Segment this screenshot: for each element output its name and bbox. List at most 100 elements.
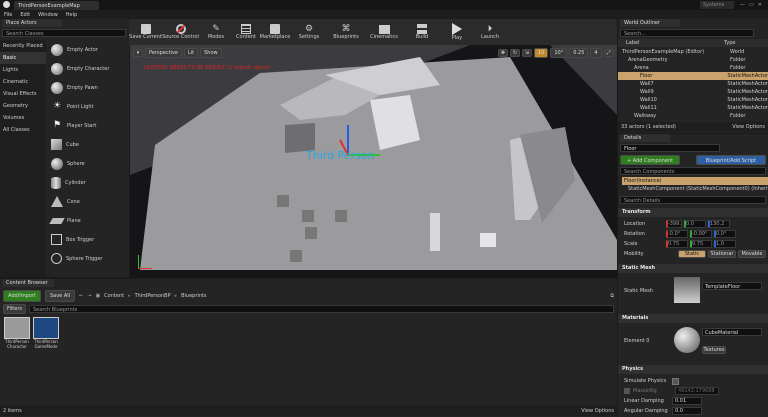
menu-edit[interactable]: Edit	[20, 12, 30, 18]
add-component-button[interactable]: + Add Component	[620, 155, 680, 165]
rotation-y-field[interactable]: -0.00°	[690, 230, 712, 238]
details-search-input[interactable]: Search Details	[620, 196, 766, 204]
material-thumbnail[interactable]	[674, 327, 700, 353]
rotation-x-field[interactable]: -0.0°	[666, 230, 688, 238]
category-visual-effects[interactable]: Visual Effects	[0, 88, 46, 100]
viewport-menu-icon[interactable]: ▾	[133, 49, 143, 57]
outliner-row[interactable]: Wall10 StaticMeshActor	[618, 96, 768, 104]
modes-button[interactable]: ✎ Modes	[199, 24, 233, 40]
outliner-search-input[interactable]: Search...	[620, 29, 754, 37]
actor-item[interactable]: ☀ Point Light	[47, 97, 127, 116]
outliner-row[interactable]: ArenaGeometry Folder	[618, 56, 768, 64]
mobility-stationary[interactable]: Stationar	[708, 250, 736, 258]
maximize-icon[interactable]: ⤢	[603, 49, 614, 57]
folder-icon[interactable]: ▣	[95, 293, 100, 299]
category-basic[interactable]: Basic	[0, 52, 46, 64]
actor-item[interactable]: Sphere Trigger	[47, 249, 127, 268]
category-all-classes[interactable]: All Classes	[0, 124, 46, 136]
textures-dropdown[interactable]: Textures	[702, 346, 726, 354]
show-button[interactable]: Show	[200, 48, 222, 58]
blueprints-button[interactable]: ⌘ Blueprints	[327, 24, 365, 40]
grid-snap-value[interactable]: 10	[534, 48, 549, 58]
asset-thirdperson-character[interactable]: ThirdPerson Character	[4, 317, 30, 351]
actor-item[interactable]: Sphere	[47, 154, 127, 173]
material-picker[interactable]: CubeMaterial	[702, 328, 762, 336]
content-search-input[interactable]: Search Blueprints	[29, 304, 614, 313]
static-mesh-thumbnail[interactable]	[674, 277, 700, 303]
transform-section[interactable]: Transform	[618, 208, 768, 217]
category-recently-placed[interactable]: Recently Placed	[0, 40, 46, 52]
instance-row[interactable]: Floor(Instance)	[622, 177, 768, 185]
outliner-row[interactable]: Wall7 StaticMeshActor	[618, 80, 768, 88]
actor-item[interactable]: Empty Pawn	[47, 78, 127, 97]
rotation-snap-value[interactable]: 10°	[550, 48, 568, 58]
details-tab[interactable]: Details	[620, 134, 670, 142]
actor-item[interactable]: ⚑ Player Start	[47, 116, 127, 135]
static-mesh-section[interactable]: Static Mesh	[618, 264, 768, 273]
angular-damping-field[interactable]: 0.0	[672, 407, 702, 415]
play-button[interactable]: Play	[441, 23, 473, 41]
settings-button[interactable]: ⚙ Settings	[291, 24, 327, 40]
actor-item[interactable]: Cone	[47, 192, 127, 211]
world-outliner-tab[interactable]: World Outliner	[620, 19, 680, 27]
filters-button[interactable]: Filters	[3, 303, 26, 314]
actor-item[interactable]: Cube	[47, 135, 127, 154]
breadcrumb-blueprints[interactable]: Blueprints	[181, 293, 206, 299]
mass-override-checkbox[interactable]	[624, 388, 630, 394]
camera-speed-value[interactable]: 4	[590, 48, 602, 58]
level-viewport[interactable]: ▾ Perspective Lit Show ✥ ↻ ⇲ 10 10° 0.25…	[130, 45, 617, 277]
asset-thirdperson-gamemode[interactable]: ThirdPerson GameMode	[33, 317, 59, 351]
forward-icon[interactable]: →	[87, 293, 91, 299]
materials-section[interactable]: Materials	[618, 314, 768, 323]
category-lights[interactable]: Lights	[0, 64, 46, 76]
actor-item[interactable]: Box Trigger	[47, 230, 127, 249]
outliner-row[interactable]: Arena Folder	[618, 64, 768, 72]
rotate-icon[interactable]: ↻	[510, 49, 520, 57]
actor-item[interactable]: Empty Actor	[47, 40, 127, 59]
category-geometry[interactable]: Geometry	[0, 100, 46, 112]
class-search-input[interactable]: Search Classes	[2, 29, 126, 37]
menu-file[interactable]: File	[4, 12, 12, 18]
location-x-field[interactable]: -399.	[666, 220, 682, 228]
physics-section[interactable]: Physics	[618, 365, 768, 374]
menu-help[interactable]: Help	[66, 12, 77, 18]
actor-item[interactable]: Empty Character	[47, 59, 127, 78]
linear-damping-field[interactable]: 0.01	[672, 397, 702, 405]
simulate-physics-checkbox[interactable]	[672, 377, 679, 385]
location-y-field[interactable]: 0.0	[683, 220, 706, 228]
add-import-button[interactable]: Add/Import	[3, 289, 41, 302]
component-row[interactable]: StaticMeshComponent (StaticMeshComponent…	[628, 186, 768, 192]
breadcrumb-thirdpersonbp[interactable]: ThirdPersonBP	[135, 293, 171, 299]
outliner-row[interactable]: Wall9 StaticMeshActor	[618, 88, 768, 96]
cinematics-button[interactable]: Cinematics	[365, 24, 403, 40]
outliner-row[interactable]: Wall11 StaticMeshActor	[618, 104, 768, 112]
rotation-z-field[interactable]: 0.0°	[714, 230, 736, 238]
save-current-button[interactable]: Save Current	[129, 24, 162, 40]
col-type[interactable]: Type	[724, 40, 735, 46]
save-all-button[interactable]: Save All	[44, 289, 76, 302]
mass-field[interactable]: 49142.179688	[675, 387, 719, 395]
content-browser-tab[interactable]: Content Browser	[2, 279, 54, 287]
breadcrumb-content[interactable]: Content	[104, 293, 124, 299]
content-button[interactable]: Content	[233, 24, 259, 40]
back-icon[interactable]: ←	[79, 293, 83, 299]
category-volumes[interactable]: Volumes	[0, 112, 46, 124]
scale-x-field[interactable]: 0.75	[666, 240, 688, 248]
static-mesh-picker[interactable]: TemplateFloor	[702, 282, 762, 290]
source-control-button[interactable]: Source Control	[162, 24, 199, 40]
actor-item[interactable]: Cylinder	[47, 173, 127, 192]
window-controls[interactable]: —▭✕	[740, 2, 768, 8]
mobility-static[interactable]: Static	[678, 250, 706, 258]
component-search-input[interactable]: Search Components	[620, 167, 766, 175]
outliner-row[interactable]: Walkway Folder	[618, 112, 768, 120]
col-label[interactable]: Label	[626, 40, 724, 46]
actor-name-field[interactable]: Floor	[620, 144, 720, 152]
scale-icon[interactable]: ⇲	[522, 49, 532, 57]
place-actors-tab[interactable]: Place Actors	[2, 19, 62, 27]
marketplace-button[interactable]: Marketplace	[259, 24, 291, 40]
blueprint-add-script-button[interactable]: Blueprint/Add Script	[696, 155, 766, 165]
outliner-row-selected[interactable]: Floor StaticMeshActor	[618, 72, 768, 80]
lit-button[interactable]: Lit	[183, 48, 199, 58]
actor-item[interactable]: Plane	[47, 211, 127, 230]
history-icon[interactable]: ⧉	[610, 293, 614, 299]
